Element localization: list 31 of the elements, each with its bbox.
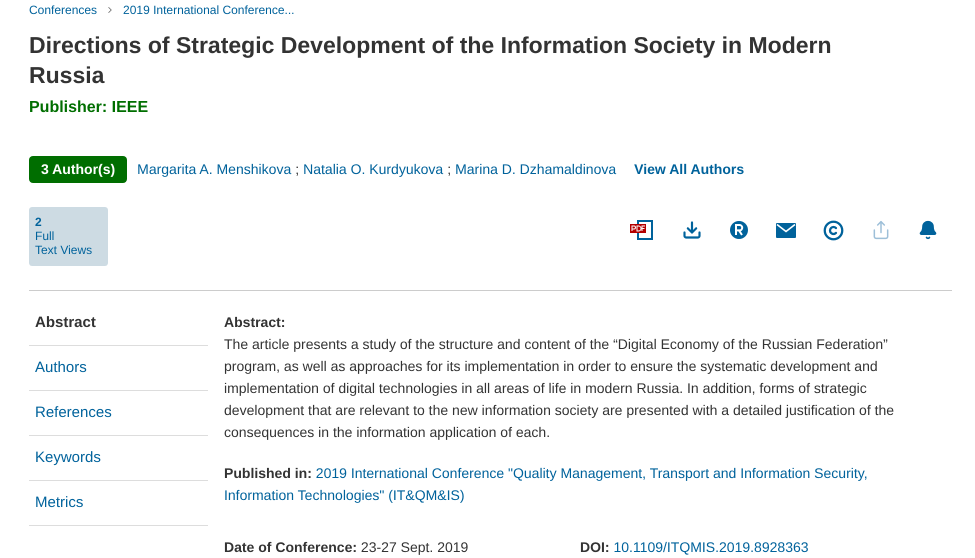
r-circle-icon[interactable] bbox=[729, 220, 749, 240]
metrics-count: 2 bbox=[35, 215, 43, 229]
pdf-icon[interactable] bbox=[629, 219, 655, 241]
metrics-label: Text Views bbox=[35, 243, 94, 257]
abstract-text: The article presents a study of the structure and content of the “Digital Economy of the Russian Federation” program, as well as approaches for its implementation in order to ensure the systematic development and implementation of digital technologies in all areas of life in modern Russia. In addition, forms of strategic development that are relevant to the new information society are presented with a detailed justification of the consequences in the information application of each. bbox=[224, 335, 896, 442]
doi: DOI: 10.1109/ITQMIS.2019.8928363 bbox=[580, 538, 809, 557]
sidebar-tab[interactable]: References bbox=[29, 391, 208, 436]
publisher: Publisher: IEEE bbox=[29, 98, 150, 118]
article-title: Directions of Strategic Development of the Information Society in Modern Russia bbox=[29, 31, 833, 90]
author-link[interactable]: Marina D. Dzhamaldinova bbox=[455, 159, 616, 180]
download-icon[interactable] bbox=[682, 220, 702, 240]
separator: ; bbox=[295, 160, 300, 179]
separator: ; bbox=[447, 160, 452, 179]
sidebar-tab[interactable]: Authors bbox=[29, 346, 208, 391]
mail-icon[interactable] bbox=[776, 222, 796, 238]
view-all-authors-link[interactable]: View All Authors bbox=[634, 159, 744, 180]
published-in: Published in: 2019 International Conference "Quality Management, Transport and Information Security, Information Technologies" (IT&QM&IS) bbox=[224, 464, 869, 505]
sidebar-tab[interactable]: Keywords bbox=[29, 436, 208, 481]
sidebar-tab[interactable]: Metrics bbox=[29, 481, 208, 526]
bell-icon[interactable] bbox=[918, 220, 938, 240]
metrics-label: Full bbox=[35, 229, 56, 243]
copyright-icon[interactable] bbox=[823, 220, 844, 240]
metrics-card[interactable]: 2 Full Text Views bbox=[29, 207, 108, 266]
sidebar-tab[interactable]: Abstract bbox=[29, 301, 208, 346]
abstract-heading: Abstract: bbox=[224, 313, 286, 332]
author-link[interactable]: Natalia O. Kurdyukova bbox=[303, 159, 444, 180]
breadcrumb-link[interactable]: Conferences bbox=[29, 1, 98, 19]
authors-badge[interactable]: 3 Author(s) bbox=[29, 156, 128, 183]
author-link[interactable]: Margarita A. Menshikova bbox=[137, 159, 292, 180]
conference-date: Date of Conference: 23-27 Sept. 2019 bbox=[224, 538, 470, 557]
breadcrumb-link[interactable]: 2019 International Conference... bbox=[123, 1, 294, 19]
